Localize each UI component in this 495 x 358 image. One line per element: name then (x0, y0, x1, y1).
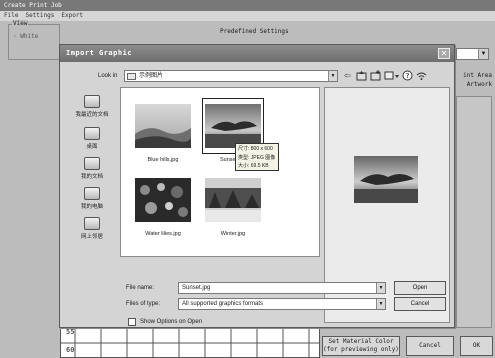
file-item[interactable]: Water lilies.jpg (132, 172, 194, 237)
predefined-settings-label: Predefined Settings (220, 28, 289, 35)
water-lilies-image (135, 178, 191, 222)
import-graphic-dialog: Import Graphic ✕ Look in 示例图片 ▼ ⇦ ? 我最近的… (59, 44, 455, 328)
place-network[interactable]: 网上邻居 (64, 217, 120, 240)
recent-documents-icon (84, 95, 100, 108)
set-material-line2: (for previewing only) (323, 346, 399, 353)
file-type-select[interactable]: All supported graphics formats ▼ (178, 298, 386, 310)
print-area-label: int Area Artwork (452, 71, 492, 89)
set-material-line1: Set Material Color (328, 338, 394, 345)
app-menu-bar: File Settings Export (0, 11, 495, 21)
file-name-field[interactable]: Sunset.jpg ▼ (178, 282, 386, 294)
file-list: Blue hills.jpg Sunset.jpg Water lilies.j… (120, 87, 320, 257)
view-group: View ◦ White (8, 20, 60, 60)
menu-export[interactable]: Export (61, 11, 83, 21)
views-menu-icon[interactable] (384, 70, 400, 81)
place-my-computer[interactable]: 我的电脑 (64, 187, 120, 210)
file-item[interactable]: Winter.jpg (202, 172, 264, 237)
my-documents-icon (84, 157, 100, 170)
ruler-label-55: 55 (66, 328, 75, 336)
look-in-value: 示例图片 (139, 73, 164, 79)
print-area-line1: int Area (463, 72, 492, 79)
ruler-label-60: 60 (66, 346, 75, 354)
show-options-row[interactable]: Show Options on Open (128, 318, 202, 326)
places-bar: 我最近的文档 桌面 我的文档 我的电脑 网上邻居 (64, 89, 120, 253)
place-label: 桌面 (86, 144, 98, 150)
open-button[interactable]: Open (394, 281, 446, 295)
place-label: 我的电脑 (80, 204, 103, 210)
close-icon[interactable]: ✕ (438, 48, 450, 59)
app-title-bar: Create Print Job (0, 0, 495, 11)
my-computer-icon (84, 187, 100, 200)
view-group-label: View (12, 20, 29, 27)
show-options-label: Show Options on Open (140, 319, 203, 325)
folder-icon (127, 73, 136, 80)
file-name-label: File name: (126, 285, 155, 291)
ruler-area (60, 328, 320, 358)
file-type-label: Files of type: (126, 301, 161, 307)
tooltip-size: 大小: 69.5 KB (238, 163, 269, 169)
chevron-down-icon: ▼ (478, 49, 488, 59)
place-label: 我最近的文档 (75, 112, 109, 118)
tooltip-type: 类型: JPEG 图像 (238, 154, 276, 161)
look-in-combo[interactable]: 示例图片 ▼ (124, 70, 338, 82)
network-places-icon (84, 217, 100, 230)
wifi-icon[interactable] (416, 70, 427, 81)
new-folder-icon[interactable] (370, 70, 381, 81)
dialog-cancel-button[interactable]: Cancel (394, 297, 446, 311)
place-my-documents[interactable]: 我的文档 (64, 157, 120, 180)
app-ok-button[interactable]: OK (460, 336, 493, 356)
tooltip-dimensions: 尺寸: 800 x 600 (238, 146, 273, 152)
set-material-color-button[interactable]: Set Material Color (for previewing only) (322, 336, 400, 356)
desktop-icon (84, 127, 100, 140)
thumbnail (132, 98, 194, 154)
file-name: Water lilies.jpg (145, 231, 181, 237)
preview-image (354, 156, 418, 203)
place-desktop[interactable]: 桌面 (64, 127, 120, 150)
back-arrow-icon[interactable]: ⇦ (342, 70, 353, 81)
place-label: 网上邻居 (80, 234, 103, 240)
place-label: 我的文档 (80, 174, 103, 180)
help-icon[interactable]: ? (402, 70, 413, 81)
predefined-settings-select[interactable]: ▼ (456, 48, 489, 60)
winter-image (205, 178, 261, 222)
file-type-value: All supported graphics formats (182, 301, 264, 307)
up-folder-icon[interactable] (356, 70, 367, 81)
file-name-value: Sunset.jpg (182, 285, 211, 291)
file-name: Blue hills.jpg (147, 157, 179, 163)
file-item[interactable]: Blue hills.jpg (132, 98, 194, 163)
print-area-line2: Artwork (466, 81, 492, 88)
thumbnail (202, 172, 264, 228)
dialog-title-bar[interactable]: Import Graphic ✕ (60, 45, 454, 62)
svg-text:?: ? (406, 72, 410, 80)
place-recent[interactable]: 我最近的文档 (64, 95, 120, 118)
dialog-title: Import Graphic (66, 49, 133, 57)
app-title: Create Print Job (4, 2, 62, 9)
menu-settings[interactable]: Settings (25, 11, 54, 21)
thumbnail (132, 172, 194, 228)
file-info-tooltip: 尺寸: 800 x 600 类型: JPEG 图像 大小: 69.5 KB (235, 143, 279, 171)
app-cancel-button[interactable]: Cancel (406, 336, 454, 356)
chevron-down-icon[interactable]: ▼ (376, 299, 385, 309)
sunset-image (205, 104, 261, 148)
file-name: Winter.jpg (220, 231, 246, 237)
chevron-down-icon: ▼ (328, 71, 337, 81)
show-options-checkbox[interactable] (128, 318, 136, 326)
blue-hills-image (135, 104, 191, 148)
artwork-panel (456, 96, 492, 328)
chevron-down-icon[interactable]: ▼ (376, 283, 385, 293)
view-option-label: White (20, 33, 39, 40)
look-in-label: Look in (98, 73, 118, 79)
ruler-ticks (61, 329, 319, 357)
view-option-white[interactable]: ◦ White (13, 33, 38, 40)
